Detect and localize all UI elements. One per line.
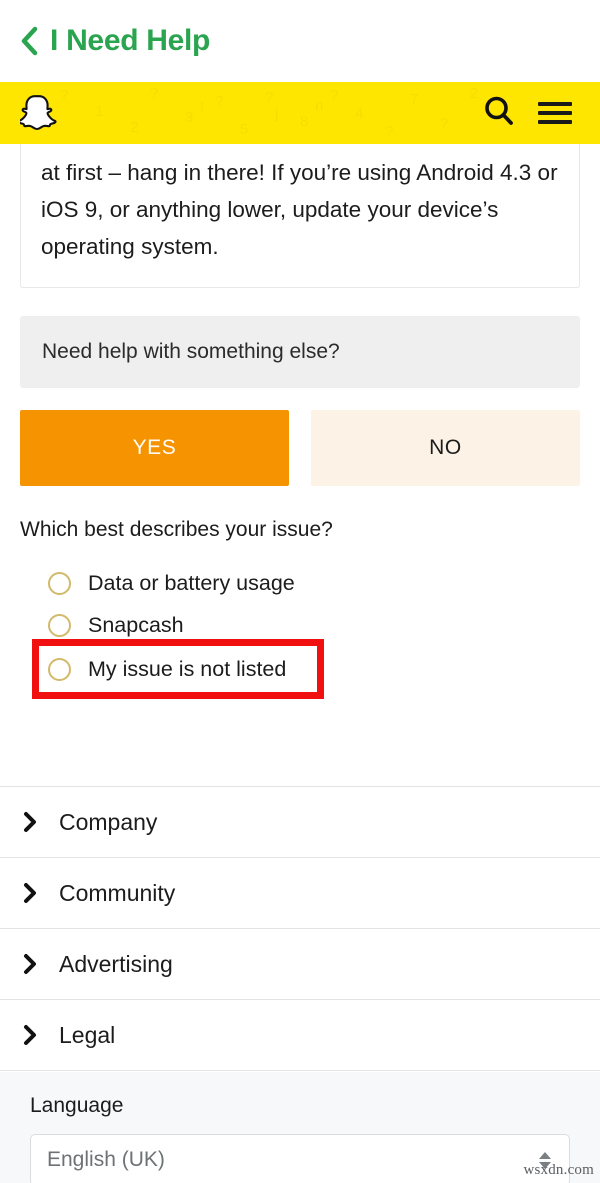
brand-bar: ? 1 2 ? 3? 5? 8 ? 4? 7? 2 ! j n xyxy=(0,82,600,144)
nav-section-community[interactable]: Community xyxy=(0,858,600,929)
svg-text:?: ? xyxy=(385,123,393,140)
svg-text:!: ! xyxy=(200,99,204,116)
svg-text:?: ? xyxy=(265,89,273,106)
nav-section-company[interactable]: Company xyxy=(0,787,600,858)
page-header: I Need Help xyxy=(0,0,600,82)
search-button[interactable] xyxy=(476,90,522,136)
search-icon xyxy=(482,94,516,133)
yes-button[interactable]: YES xyxy=(20,410,289,486)
page-root: I Need Help ? 1 2 ? 3? 5? 8 ? 4? 7? 2 ! j n xyxy=(0,0,600,1183)
svg-text:3: 3 xyxy=(185,109,193,126)
menu-button[interactable] xyxy=(532,90,578,136)
nav-section-label: Company xyxy=(59,808,158,835)
hamburger-menu-icon xyxy=(538,97,572,129)
language-select[interactable]: English (UK) xyxy=(30,1134,570,1183)
svg-text:?: ? xyxy=(150,85,158,102)
back-button[interactable] xyxy=(18,24,40,58)
svg-text:j: j xyxy=(274,105,278,122)
main-content: at first – hang in there! If you’re usin… xyxy=(0,144,600,699)
language-selected-value: English (UK) xyxy=(47,1148,165,1171)
no-button[interactable]: NO xyxy=(311,410,580,486)
chevron-right-icon xyxy=(22,952,48,976)
footer-nav-sections: Company Community Advertising Legal xyxy=(0,786,600,1071)
language-footer: Language English (UK) wsxdn.com xyxy=(0,1072,600,1183)
chevron-right-icon xyxy=(22,810,48,834)
need-help-prompt: Need help with something else? xyxy=(20,316,580,388)
need-help-prompt-text: Need help with something else? xyxy=(42,340,340,363)
svg-text:5: 5 xyxy=(240,121,248,138)
svg-text:7: 7 xyxy=(410,91,418,108)
radio-option-label: My issue is not listed xyxy=(88,656,287,681)
issue-question-block: Which best describes your issue? Data or… xyxy=(20,516,580,699)
svg-text:?: ? xyxy=(440,115,448,132)
chevron-left-icon xyxy=(19,25,39,57)
chevron-right-icon xyxy=(22,881,48,905)
answer-card: at first – hang in there! If you’re usin… xyxy=(20,144,580,288)
nav-section-label: Advertising xyxy=(59,950,173,977)
radio-option-snapcash[interactable]: Snapcash xyxy=(48,604,580,646)
svg-text:?: ? xyxy=(60,87,68,104)
svg-text:?: ? xyxy=(330,87,338,104)
issue-question-label: Which best describes your issue? xyxy=(20,518,333,541)
watermark: wsxdn.com xyxy=(523,1162,594,1178)
chevron-right-icon xyxy=(22,1023,48,1047)
svg-text:1: 1 xyxy=(95,103,103,120)
issue-radio-group: Data or battery usage Snapcash My issue … xyxy=(20,562,580,699)
radio-option-label: Snapcash xyxy=(88,612,184,637)
nav-section-legal[interactable]: Legal xyxy=(0,1000,600,1071)
yes-no-choice-row: YES NO xyxy=(20,410,580,486)
radio-option-label: Data or battery usage xyxy=(88,570,295,595)
language-label: Language xyxy=(30,1094,124,1117)
answer-text: at first – hang in there! If you’re usin… xyxy=(41,160,558,259)
radio-circle-icon xyxy=(48,613,71,637)
radio-option-data-or-battery-usage[interactable]: Data or battery usage xyxy=(48,562,580,604)
radio-option-my-issue-is-not-listed[interactable]: My issue is not listed xyxy=(32,639,324,699)
svg-text:8: 8 xyxy=(300,113,308,130)
snapchat-ghost-logo[interactable] xyxy=(20,92,60,134)
nav-section-label: Legal xyxy=(59,1021,116,1048)
nav-section-advertising[interactable]: Advertising xyxy=(0,929,600,1000)
page-title: I Need Help xyxy=(50,24,211,57)
svg-text:?: ? xyxy=(215,93,223,110)
svg-text:2: 2 xyxy=(130,119,138,136)
radio-circle-icon xyxy=(48,571,71,595)
nav-section-label: Community xyxy=(59,879,176,906)
radio-circle-icon xyxy=(48,657,71,681)
svg-text:4: 4 xyxy=(355,105,363,122)
svg-text:n: n xyxy=(315,97,323,114)
